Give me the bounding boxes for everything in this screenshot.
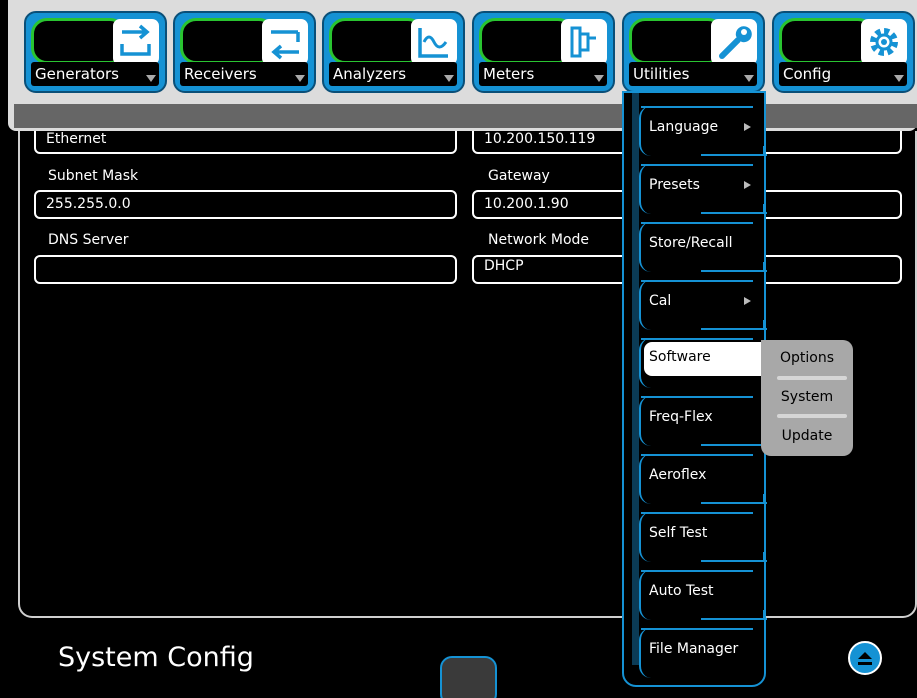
dropdown-arrow-icon (295, 75, 305, 82)
subnet-mask-label: Subnet Mask (48, 168, 139, 184)
gear-icon (861, 19, 907, 65)
tab-label: Analyzers (329, 62, 457, 86)
tab-receivers[interactable]: Receivers (173, 11, 316, 93)
menu-item-freq-flex[interactable]: Freq-Flex (639, 396, 767, 446)
dropdown-arrow-icon (894, 75, 904, 82)
dropdown-arrow-icon (594, 75, 604, 82)
receivers-arrows-icon (262, 19, 308, 65)
menu-item-label: Freq-Flex (649, 409, 713, 425)
submenu-separator (777, 376, 847, 380)
tab-glow (31, 18, 126, 64)
menu-item-label: Aeroflex (649, 467, 707, 483)
tab-label: Utilities (629, 62, 757, 86)
tab-label: Receivers (180, 62, 308, 86)
menu-item-auto-test[interactable]: Auto Test (639, 570, 767, 620)
tab-glow (329, 18, 424, 64)
collapse-button[interactable] (848, 641, 882, 675)
tab-glow (629, 18, 724, 64)
menu-item-software[interactable]: Software (639, 338, 762, 388)
submenu-arrow-icon (744, 123, 751, 131)
menu-item-cal[interactable]: Cal (639, 280, 767, 330)
tab-config[interactable]: Config (772, 11, 915, 93)
menu-item-label: Software (649, 349, 711, 365)
dropdown-arrow-icon (444, 75, 454, 82)
submenu-arrow-icon (744, 297, 751, 305)
menu-item-store-recall[interactable]: Store/Recall (639, 222, 767, 272)
software-submenu: Options System Update (761, 340, 853, 456)
menu-item-self-test[interactable]: Self Test (639, 512, 767, 562)
page-title: System Config (58, 642, 254, 673)
dns-server-field[interactable] (34, 255, 457, 284)
menu-item-label: Cal (649, 293, 672, 309)
network-mode-value: DHCP (484, 258, 524, 274)
bottom-handle[interactable] (440, 656, 497, 698)
wrench-icon (711, 19, 757, 65)
tab-bar-strip (14, 104, 917, 128)
menu-item-label: File Manager (649, 641, 739, 657)
menu-item-label: Presets (649, 177, 700, 193)
tab-label: Generators (31, 62, 159, 86)
tab-label: Meters (479, 62, 607, 86)
submenu-separator (777, 414, 847, 418)
submenu-item-update[interactable]: Update (761, 428, 853, 444)
submenu-item-options[interactable]: Options (761, 350, 853, 366)
network-mode-label: Network Mode (488, 232, 590, 248)
dropdown-arrow-icon (744, 75, 754, 82)
ip-address-value: 10.200.150.119 (484, 131, 596, 147)
analyzer-wave-icon (411, 19, 457, 65)
subnet-mask-field[interactable]: 255.255.0.0 (34, 190, 457, 219)
tab-meters[interactable]: Meters (472, 11, 615, 93)
meter-probe-icon (561, 19, 607, 65)
menu-item-label: Language (649, 119, 719, 135)
gateway-label: Gateway (488, 168, 550, 184)
dns-server-label: DNS Server (48, 232, 129, 248)
menu-item-label: Self Test (649, 525, 708, 541)
menu-item-presets[interactable]: Presets (639, 164, 767, 214)
submenu-item-system[interactable]: System (761, 389, 853, 405)
gateway-value: 10.200.1.90 (484, 196, 569, 212)
menu-item-label: Auto Test (649, 583, 714, 599)
menu-item-file-manager[interactable]: File Manager (639, 628, 753, 678)
menu-item-aeroflex[interactable]: Aeroflex (639, 454, 767, 504)
ethernet-label: Ethernet (46, 131, 107, 147)
tab-label: Config (779, 62, 907, 86)
tab-glow (779, 18, 874, 64)
subnet-mask-value: 255.255.0.0 (46, 196, 131, 212)
tab-generators[interactable]: Generators (24, 11, 167, 93)
tab-utilities[interactable]: Utilities (622, 11, 765, 93)
dropdown-arrow-icon (146, 75, 156, 82)
ethernet-field[interactable]: Ethernet (34, 131, 457, 154)
utilities-menu: Language Presets Store/Recall Cal Softwa… (622, 91, 767, 687)
generators-arrows-icon (113, 19, 159, 65)
collapse-up-icon (858, 652, 872, 665)
tab-analyzers[interactable]: Analyzers (322, 11, 465, 93)
tab-glow (479, 18, 574, 64)
tab-glow (180, 18, 275, 64)
menu-rail (632, 93, 639, 665)
menu-item-language[interactable]: Language (639, 106, 767, 156)
submenu-arrow-icon (744, 181, 751, 189)
menu-item-label: Store/Recall (649, 235, 733, 251)
